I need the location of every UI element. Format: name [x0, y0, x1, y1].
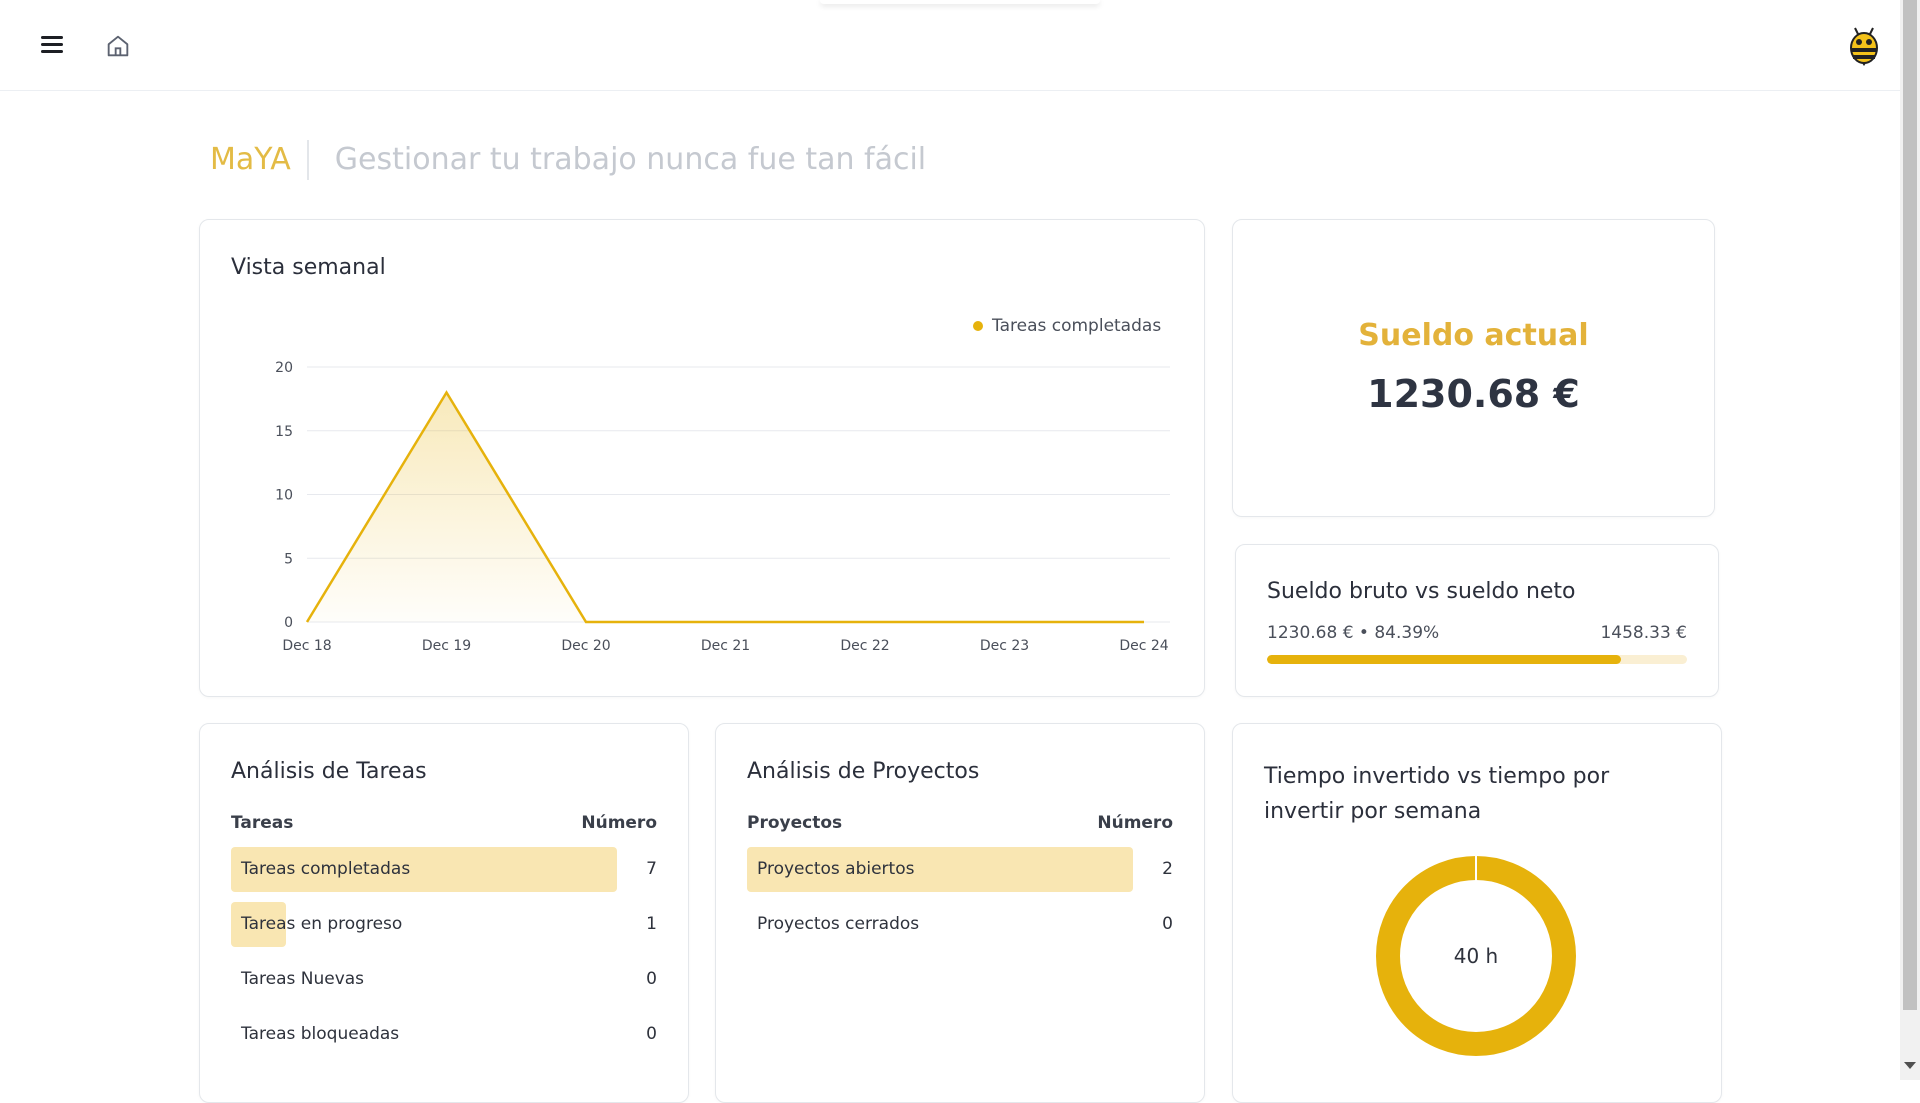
x-tick-label: Dec 22: [840, 638, 889, 654]
projects-analysis-card: Análisis de Proyectos Proyectos Número P…: [715, 723, 1205, 1103]
project-row: Proyectos cerrados 0: [747, 902, 1173, 947]
gross-net-progress-fill: [1267, 655, 1621, 664]
x-tick-label: Dec 20: [561, 638, 610, 654]
brand-header: MaYA Gestionar tu trabajo nunca fue tan …: [210, 140, 926, 180]
gross-vs-net-card: Sueldo bruto vs sueldo neto 1230.68 € • …: [1235, 544, 1719, 697]
home-icon[interactable]: [104, 32, 132, 60]
brand-tagline: Gestionar tu trabajo nunca fue tan fácil: [309, 140, 926, 180]
y-tick-label: 20: [275, 360, 293, 376]
x-tick-label: Dec 18: [282, 638, 331, 654]
top-navbar: [0, 0, 1900, 91]
bee-avatar-icon[interactable]: [1846, 26, 1882, 66]
time-invested-title: Tiempo invertido vs tiempo por invertir …: [1264, 759, 1694, 829]
project-row-value: 0: [1162, 914, 1173, 934]
task-row: Tareas en progreso 1: [231, 902, 657, 947]
y-tick-label: 15: [275, 424, 293, 440]
tasks-number-header: Número: [581, 813, 657, 833]
time-invested-card: Tiempo invertido vs tiempo por invertir …: [1232, 723, 1722, 1103]
legend-label: Tareas completadas: [991, 316, 1161, 336]
hamburger-menu-icon[interactable]: [38, 32, 68, 58]
project-row-label: Proyectos cerrados: [757, 914, 919, 934]
task-row-label: Tareas en progreso: [241, 914, 402, 934]
project-row: Proyectos abiertos 2: [747, 847, 1173, 892]
series-area: [307, 393, 1144, 623]
gross-net-progress-track: [1267, 655, 1687, 664]
top-notch-shadow: [820, 0, 1100, 4]
project-row-label: Proyectos abiertos: [757, 859, 914, 879]
x-tick-label: Dec 24: [1119, 638, 1168, 654]
projects-column-header: Proyectos: [747, 813, 842, 833]
task-row-label: Tareas completadas: [241, 859, 410, 879]
scrollbar-thumb[interactable]: [1903, 0, 1917, 1010]
scroll-down-arrow-icon[interactable]: [1904, 1062, 1916, 1069]
task-row-value: 0: [646, 1024, 657, 1044]
y-tick-label: 10: [275, 488, 293, 504]
weekly-chart: 0 5 10 15 20 Dec 18 Dec 19 Dec 20 Dec 21 Dec 22 De…: [200, 220, 1204, 696]
project-row-value: 2: [1162, 859, 1173, 879]
current-salary-label: Sueldo actual: [1233, 318, 1714, 353]
task-row-value: 0: [646, 969, 657, 989]
task-row-label: Tareas bloqueadas: [241, 1024, 399, 1044]
x-tick-label: Dec 21: [701, 638, 750, 654]
legend-marker: [973, 321, 983, 331]
tasks-column-header: Tareas: [231, 813, 293, 833]
current-salary-card: Sueldo actual 1230.68 €: [1232, 219, 1715, 517]
projects-number-header: Número: [1097, 813, 1173, 833]
task-row: Tareas completadas 7: [231, 847, 657, 892]
task-row-value: 7: [646, 859, 657, 879]
task-row: Tareas bloqueadas 0: [231, 1012, 657, 1057]
task-row-value: 1: [646, 914, 657, 934]
net-salary-text: 1230.68 € • 84.39%: [1267, 623, 1439, 643]
projects-analysis-title: Análisis de Proyectos: [747, 759, 979, 784]
vertical-scrollbar[interactable]: [1900, 0, 1920, 1080]
weekly-view-card: Vista semanal 05101520Dec 18Dec 19Dec 20…: [199, 219, 1205, 697]
donut-center-label: 40 h: [1454, 944, 1498, 968]
task-row-label: Tareas Nuevas: [241, 969, 364, 989]
gross-salary-text: 1458.33 €: [1600, 623, 1687, 643]
tasks-analysis-card: Análisis de Tareas Tareas Número Tareas …: [199, 723, 689, 1103]
task-row: Tareas Nuevas 0: [231, 957, 657, 1002]
time-donut-chart: 40 h: [1375, 855, 1577, 1057]
current-salary-value: 1230.68 €: [1233, 372, 1714, 416]
x-tick-label: Dec 19: [422, 638, 471, 654]
gross-vs-net-title: Sueldo bruto vs sueldo neto: [1267, 579, 1576, 604]
y-tick-label: 5: [284, 551, 293, 567]
x-tick-label: Dec 23: [980, 638, 1029, 654]
brand-name: MaYA: [210, 140, 309, 180]
y-tick-label: 0: [284, 615, 293, 631]
tasks-analysis-title: Análisis de Tareas: [231, 759, 427, 784]
